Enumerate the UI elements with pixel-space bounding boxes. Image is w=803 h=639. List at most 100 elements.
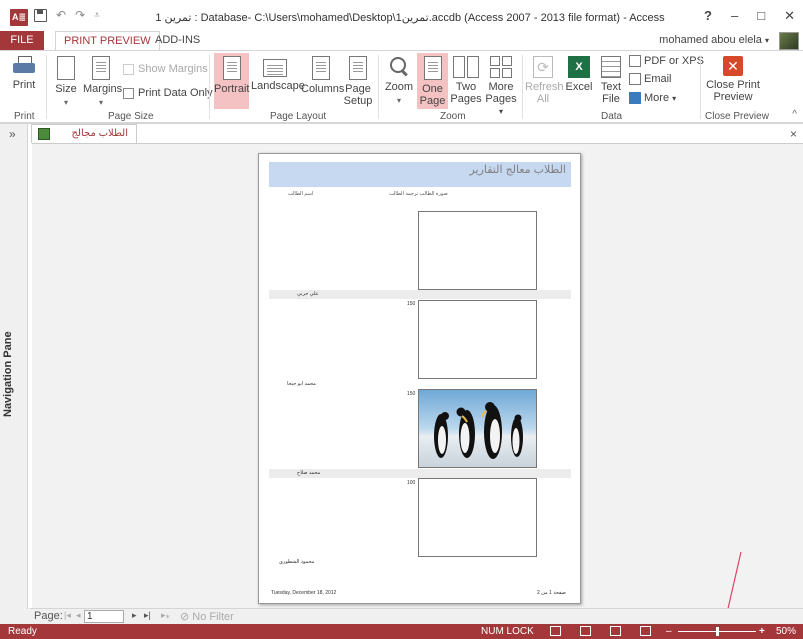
print-label: Print <box>12 79 36 91</box>
report-icon <box>38 128 50 140</box>
last-page-button[interactable]: ▸| <box>144 610 151 621</box>
zoom-percentage[interactable]: 50% <box>776 624 796 639</box>
chevron-down-icon: ▾ <box>672 94 677 103</box>
first-page-button[interactable]: |◂ <box>64 610 71 621</box>
show-margins-checkbox[interactable]: Show Margins <box>123 63 208 75</box>
student-name: محمد ابو جبحا <box>287 381 316 387</box>
columns-label: Columns <box>301 83 345 95</box>
chevron-down-icon: ▾ <box>98 98 103 107</box>
zoom-button[interactable]: Zoom ▾ <box>384 56 414 107</box>
student-grade: 100 <box>407 480 416 486</box>
landscape-button[interactable]: Landscape <box>251 56 305 92</box>
customize-qat-icon[interactable]: ⩡ <box>94 10 100 21</box>
landscape-label: Landscape <box>251 80 305 92</box>
portrait-button[interactable]: Portrait <box>214 53 249 109</box>
print-preview-canvas[interactable]: الطلاب معالج التقارير اسم الطالب صورة ال… <box>32 143 803 609</box>
group-label-data: Data <box>601 111 623 122</box>
photo-frame <box>418 478 537 557</box>
undo-icon[interactable]: ↶ <box>56 8 66 22</box>
tab-file[interactable]: FILE <box>0 31 44 50</box>
refresh-label-2: All <box>536 93 550 105</box>
tab-print-preview[interactable]: PRINT PREVIEW <box>55 31 160 50</box>
two-pages-label-1: Two <box>455 81 477 93</box>
design-view-icon[interactable] <box>640 626 651 636</box>
student-name: محمد صلاح <box>297 470 321 476</box>
columns-icon <box>311 56 330 80</box>
navigation-pane-label[interactable]: Navigation Pane <box>2 304 26 444</box>
new-record-button[interactable]: ▸⁎ <box>161 610 170 621</box>
zoom-in-button[interactable]: + <box>759 624 765 639</box>
report-page[interactable]: الطلاب معالج التقارير اسم الطالب صورة ال… <box>258 153 581 604</box>
save-icon[interactable] <box>34 8 47 22</box>
size-button[interactable]: Size ▾ <box>52 56 80 109</box>
help-button[interactable]: ? <box>704 8 712 24</box>
more-pages-button[interactable]: More Pages ▾ <box>483 56 519 118</box>
report-view-icon[interactable] <box>550 626 561 636</box>
group-label-page-layout: Page Layout <box>270 111 327 122</box>
student-name: محمود الشطوري <box>279 559 315 565</box>
group-label-print: Print <box>14 111 35 122</box>
collapse-ribbon-icon[interactable]: ^ <box>792 109 797 120</box>
email-icon <box>629 73 641 86</box>
show-margins-label: Show Margins <box>138 63 208 75</box>
chevron-down-icon: ▾ <box>498 107 503 116</box>
close-print-preview-button[interactable]: ✕ Close Print Preview <box>704 56 762 103</box>
portrait-icon <box>222 56 241 80</box>
one-page-label-1: One <box>422 83 443 95</box>
filter-indicator[interactable]: ⊘ No Filter <box>180 610 234 623</box>
page-setup-icon <box>349 56 367 80</box>
close-window-button[interactable]: ✕ <box>784 8 795 24</box>
one-page-label-2: Page <box>419 95 446 107</box>
restore-button[interactable]: □ <box>757 8 765 24</box>
chevron-down-icon: ▾ <box>63 98 68 107</box>
navigation-pane[interactable]: » Navigation Pane <box>0 124 28 609</box>
expand-nav-icon[interactable]: » <box>9 127 16 141</box>
more-pages-icon <box>490 56 512 78</box>
group-separator <box>209 55 210 119</box>
minimize-button[interactable]: – <box>731 8 738 24</box>
print-button[interactable]: Print <box>6 56 42 91</box>
print-preview-view-icon[interactable] <box>580 626 591 636</box>
redo-icon[interactable]: ↷ <box>75 8 85 22</box>
email-button[interactable]: Email <box>629 73 672 86</box>
two-pages-button[interactable]: Two Pages <box>450 56 482 105</box>
page-size-icon <box>57 56 75 80</box>
close-print-label-2: Preview <box>713 91 753 103</box>
avatar[interactable] <box>779 32 799 50</box>
print-data-only-checkbox[interactable]: Print Data Only <box>123 87 213 99</box>
zoom-label: Zoom <box>384 81 414 93</box>
more-export-button[interactable]: More ▾ <box>629 92 676 105</box>
excel-export-button[interactable]: X Excel <box>564 56 594 93</box>
layout-view-icon[interactable] <box>610 626 621 636</box>
page-setup-button[interactable]: Page Setup <box>343 56 373 107</box>
one-page-button[interactable]: One Page <box>417 53 448 109</box>
zoom-slider[interactable]: – + <box>664 624 774 639</box>
quick-access-toolbar: ↶ ↷ ⩡ <box>34 8 100 22</box>
access-app-icon[interactable]: A≣ <box>10 9 28 26</box>
page-label: Page: <box>34 610 63 622</box>
user-account[interactable]: mohamed abou elela ▾ <box>659 34 769 46</box>
previous-page-button[interactable]: ◂ <box>76 610 81 621</box>
zoom-out-button[interactable]: – <box>666 624 672 639</box>
more-export-label: More <box>644 92 670 104</box>
text-file-export-button[interactable]: Text File <box>597 56 625 105</box>
next-page-button[interactable]: ▸ <box>132 610 137 621</box>
column-header-name: اسم الطالب <box>288 191 314 197</box>
refresh-all-button[interactable]: ⟳ Refresh All <box>525 56 564 105</box>
group-separator <box>700 55 701 119</box>
page-number-input[interactable]: 1 <box>84 610 124 623</box>
pdf-icon <box>629 55 641 68</box>
photo-frame <box>418 389 537 468</box>
report-document-tab[interactable]: الطلاب مجالج التقارير <box>31 124 137 157</box>
chevron-down-icon: ▾ <box>764 36 769 45</box>
landscape-icon <box>263 59 287 77</box>
margins-button[interactable]: Margins ▾ <box>83 56 122 109</box>
margins-icon <box>92 56 110 80</box>
close-document-icon[interactable]: × <box>790 127 797 141</box>
pdf-xps-button[interactable]: PDF or XPS <box>629 55 704 68</box>
zoom-thumb[interactable] <box>716 627 719 636</box>
report-title: الطلاب معالج التقارير <box>269 162 571 187</box>
columns-button[interactable]: Columns <box>301 56 344 95</box>
tab-add-ins[interactable]: ADD-INS <box>147 31 208 50</box>
filter-icon: ⊘ <box>180 611 190 623</box>
